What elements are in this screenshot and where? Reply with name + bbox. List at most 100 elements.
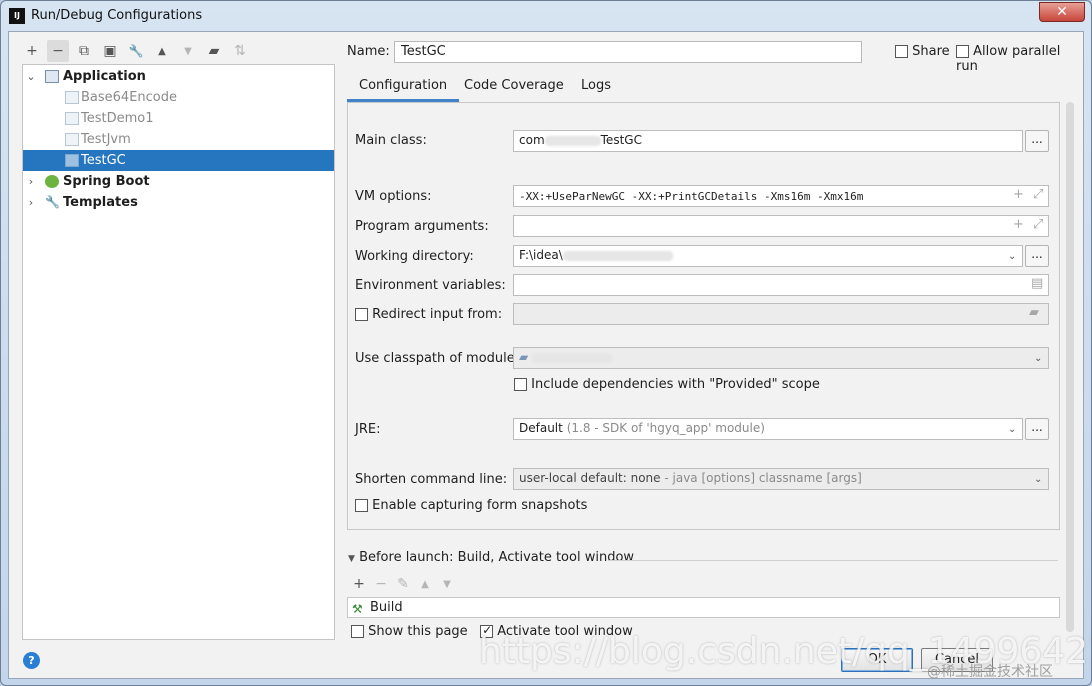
before-launch-title: Before launch: Build, Activate tool wind… (359, 550, 635, 565)
chevron-down-icon[interactable]: ⌄ (1008, 251, 1016, 262)
checkbox-box[interactable] (956, 45, 969, 58)
tree-node-templates[interactable]: › 🔧 Templates (23, 192, 334, 213)
redacted-text (532, 352, 613, 363)
working-directory-label: Working directory: (355, 249, 474, 264)
hammer-icon: ⚒ (352, 602, 363, 616)
vm-options-input[interactable]: -XX:+UseParNewGC -XX:+PrintGCDetails -Xm… (513, 185, 1049, 207)
redirect-input-field (513, 303, 1049, 325)
expand-icon[interactable]: ⤢ (1033, 217, 1043, 232)
remove-icon[interactable]: − (372, 575, 390, 593)
tree-label: TestDemo1 (81, 111, 154, 126)
config-file-icon (65, 133, 79, 146)
remove-icon[interactable]: − (47, 40, 69, 62)
enable-snapshots-label: Enable capturing form snapshots (372, 498, 588, 513)
tree-node-spring-boot[interactable]: › Spring Boot (23, 171, 334, 192)
before-launch-header[interactable]: ▼ Before launch: Build, Activate tool wi… (348, 550, 1058, 568)
close-button[interactable]: ✕ (1039, 2, 1085, 22)
add-icon[interactable]: + (1013, 217, 1024, 232)
scrollbar[interactable] (1066, 102, 1074, 632)
main-class-label: Main class: (355, 133, 427, 148)
tree-node-base64encode[interactable]: Base64Encode (23, 87, 334, 108)
main-class-prefix: com (519, 133, 545, 147)
add-icon[interactable]: + (1013, 187, 1024, 202)
move-down-icon[interactable]: ▼ (438, 575, 456, 593)
chevron-right-icon[interactable]: › (25, 171, 37, 192)
enable-snapshots-checkbox[interactable]: Enable capturing form snapshots (355, 498, 587, 513)
triangle-down-icon[interactable]: ▼ (348, 554, 355, 564)
folder-icon[interactable]: ▰ (203, 40, 225, 62)
document-icon[interactable]: ▤ (1031, 276, 1043, 291)
before-launch-task-build[interactable]: ⚒ Build (347, 597, 1060, 618)
tab-code-coverage[interactable]: Code Coverage (452, 76, 576, 102)
share-checkbox[interactable]: Share (895, 44, 950, 59)
browse-jre-button[interactable]: ... (1025, 418, 1049, 440)
config-toolbar: + − ⧉ ▣ 🔧 ▲ ▼ ▰ ⇅ (21, 40, 251, 62)
program-arguments-input[interactable] (513, 215, 1049, 237)
include-dependencies-checkbox[interactable]: Include dependencies with "Provided" sco… (514, 377, 820, 392)
allow-parallel-checkbox[interactable]: Allow parallel run (956, 44, 1083, 74)
chevron-down-icon[interactable]: ⌄ (25, 66, 37, 87)
shorten-command-line-combo[interactable]: user-local default: none - java [options… (513, 468, 1049, 490)
share-label: Share (912, 44, 950, 59)
include-dependencies-label: Include dependencies with "Provided" sco… (531, 377, 820, 392)
browse-main-class-button[interactable]: ... (1025, 130, 1049, 152)
checkbox-box[interactable] (355, 308, 368, 321)
redacted-text (544, 135, 601, 146)
tree-node-application[interactable]: ⌄ Application (23, 66, 334, 87)
edit-icon[interactable]: ✎ (394, 575, 412, 593)
shorten-command-line-label: Shorten command line: (355, 472, 508, 487)
folder-icon: ▰ (1029, 305, 1039, 320)
config-tree: ⌄ Application Base64Encode TestDemo1 Tes… (22, 64, 335, 640)
vm-options-label: VM options: (355, 189, 432, 204)
config-file-icon (65, 112, 79, 125)
intellij-icon: IJ (9, 8, 25, 24)
wrench-icon[interactable]: 🔧 (125, 40, 147, 62)
tree-node-testjvm[interactable]: TestJvm (23, 129, 334, 150)
move-up-icon[interactable]: ▲ (151, 40, 173, 62)
spring-boot-icon (45, 175, 59, 188)
module-icon: ▰ (519, 350, 529, 364)
jre-value: Default (519, 421, 563, 435)
chevron-down-icon[interactable]: ⌄ (1034, 353, 1042, 364)
tree-label-application: Application (63, 69, 146, 84)
show-page-checkbox[interactable] (351, 625, 364, 638)
redirect-input-checkbox[interactable]: Redirect input from: (355, 307, 502, 322)
add-icon[interactable]: + (350, 575, 368, 593)
tree-node-testgc[interactable]: TestGC (23, 150, 334, 171)
add-icon[interactable]: + (21, 40, 43, 62)
checkbox-box[interactable] (355, 499, 368, 512)
dialog-window: IJ Run/Debug Configurations ✕ + − ⧉ ▣ 🔧 … (0, 0, 1092, 686)
title-bar: IJ Run/Debug Configurations ✕ (1, 1, 1091, 31)
main-class-input[interactable]: com TestGC (513, 130, 1023, 152)
move-down-icon[interactable]: ▼ (177, 40, 199, 62)
environment-variables-input[interactable] (513, 274, 1049, 296)
chevron-down-icon[interactable]: ⌄ (1008, 424, 1016, 435)
chevron-right-icon[interactable]: › (25, 192, 37, 213)
move-up-icon[interactable]: ▲ (416, 575, 434, 593)
copy-icon[interactable]: ⧉ (73, 40, 95, 62)
tab-configuration[interactable]: Configuration (347, 76, 460, 102)
tree-node-testdemo1[interactable]: TestDemo1 (23, 108, 334, 129)
save-icon[interactable]: ▣ (99, 40, 121, 62)
checkbox-box[interactable] (895, 45, 908, 58)
application-icon (45, 70, 59, 83)
name-input[interactable]: TestGC (394, 41, 862, 63)
checkbox-box[interactable] (514, 378, 527, 391)
jre-label: JRE: (355, 422, 381, 437)
tab-logs[interactable]: Logs (569, 76, 623, 102)
program-arguments-label: Program arguments: (355, 219, 489, 234)
shorten-detail: - java [options] classname [args] (664, 471, 862, 485)
sort-icon[interactable]: ⇅ (229, 40, 251, 62)
working-directory-combo[interactable]: F:\idea\ (513, 245, 1023, 267)
environment-variables-label: Environment variables: (355, 278, 506, 293)
classpath-module-combo[interactable]: ▰ (513, 347, 1049, 369)
config-file-icon (65, 91, 79, 104)
browse-working-directory-button[interactable]: ... (1025, 245, 1049, 267)
expand-icon[interactable]: ⤢ (1033, 187, 1043, 202)
chevron-down-icon[interactable]: ⌄ (1034, 474, 1042, 485)
redirect-input-label: Redirect input from: (372, 307, 503, 322)
wrench-icon: 🔧 (45, 195, 60, 209)
jre-combo[interactable]: Default (1.8 - SDK of 'hgyq_app' module) (513, 418, 1023, 440)
help-icon[interactable]: ? (23, 652, 40, 669)
tree-label: TestGC (81, 153, 126, 168)
